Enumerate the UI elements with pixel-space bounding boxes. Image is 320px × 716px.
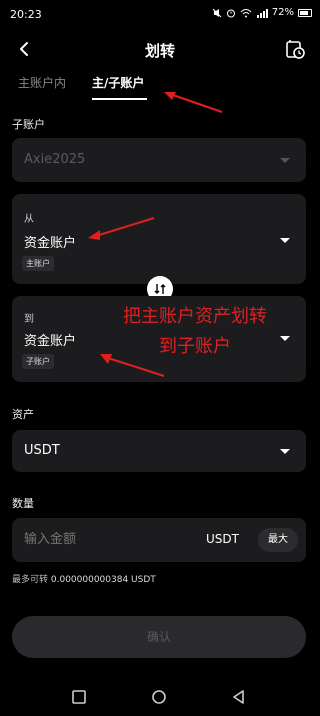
subaccount-value: Axie2025 [24,152,86,167]
subaccount-label: 子账户 [12,118,45,131]
mute-icon [212,8,222,17]
tab-underline [92,98,147,100]
battery-text: 72% [271,7,294,18]
amount-input[interactable] [24,532,174,547]
from-account-select[interactable]: 从 资金账户 主账户 [12,194,306,284]
alarm-icon [226,9,235,17]
annotation-arrow-from [88,217,155,240]
circle-icon[interactable] [150,688,168,706]
asset-label: 资产 [12,408,34,421]
system-nav-bar [0,680,320,716]
from-account-tag: 主账户 [22,256,54,271]
status-time: 20:23 [10,8,42,21]
max-button[interactable]: 最大 [258,528,298,552]
annotation-arrow-tab [164,92,223,113]
from-account-name: 资金账户 [24,236,77,251]
max-transfer-value: 0.000000000384 USDT [50,575,156,585]
triangle-back-icon[interactable] [230,688,248,706]
from-label: 从 [24,214,34,225]
max-transfer-label: 最多可转 [12,575,49,585]
history-icon[interactable] [284,38,306,60]
status-icons: 72% [212,7,312,18]
page-title: 划转 [144,42,175,60]
header: 划转 [0,32,320,66]
confirm-button[interactable]: 确认 [12,616,306,658]
to-account-name: 资金账户 [24,334,77,349]
square-icon[interactable] [70,688,88,706]
amount-field: USDT 最大 [12,518,306,562]
battery-icon [298,8,312,17]
status-bar: 20:23 72% [0,0,320,30]
annotation-line-1: 把主账户资产划转 [123,306,267,327]
tab-main-sub-account[interactable]: 主/子账户 [92,74,144,91]
wifi-icon [240,8,252,17]
asset-value: USDT [24,443,60,458]
max-transfer-info: 最多可转 0.000000000384 USDT [12,572,156,585]
tab-main-account[interactable]: 主账户内 [18,74,66,91]
asset-select[interactable]: USDT [12,430,306,472]
subaccount-select[interactable]: Axie2025 [12,138,306,182]
annotation-arrow-to [100,354,165,377]
amount-label: 数量 [12,497,34,510]
to-account-tag: 子账户 [22,354,54,369]
chevron-down-icon [280,449,290,454]
chevron-down-icon [280,158,290,163]
amount-unit: USDT [206,532,239,546]
to-label: 到 [24,314,34,325]
chevron-down-icon [280,238,290,243]
signal-icon [256,8,268,18]
swap-icon [154,284,166,294]
